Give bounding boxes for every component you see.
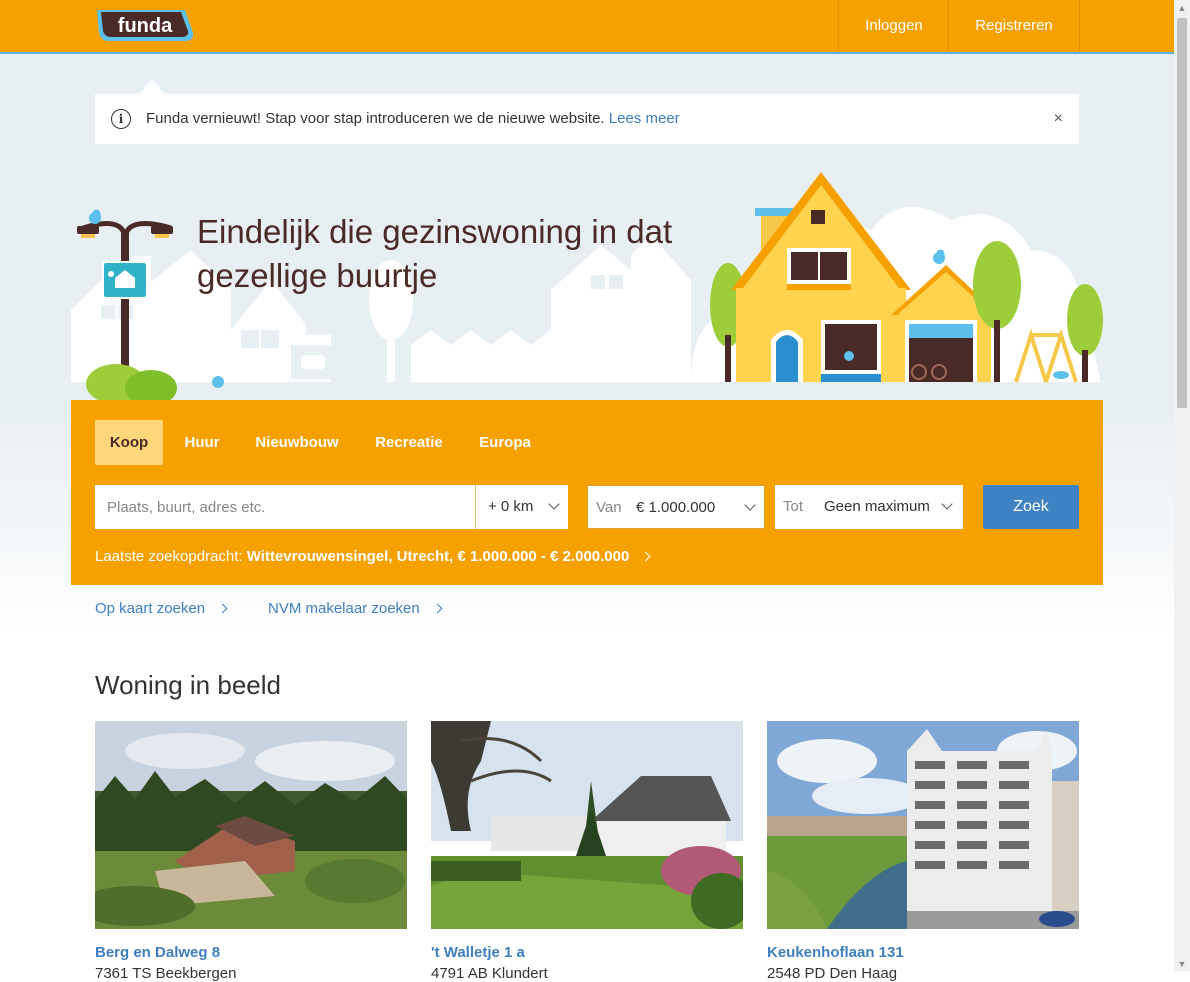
chevron-down-icon: [744, 499, 756, 511]
property-photo[interactable]: [431, 721, 751, 929]
chevron-down-icon: [548, 498, 560, 510]
price-from-value: € 1.000.000: [636, 499, 716, 516]
read-more-link[interactable]: Lees meer: [609, 110, 680, 127]
close-icon[interactable]: ×: [1054, 94, 1063, 144]
search-panel: Koop Huur Nieuwbouw Recreatie Europa + 0…: [71, 400, 1103, 585]
property-card[interactable]: 't Walletje 1 a 4791 AB Klundert: [431, 721, 751, 982]
property-city: 4791 AB Klundert: [431, 965, 548, 982]
featured-section-title: Woning in beeld: [95, 670, 281, 700]
tab-huur[interactable]: Huur: [175, 420, 229, 465]
price-from-label: Van: [596, 499, 622, 516]
top-navigation-bar: funda Inloggen Registreren: [0, 0, 1174, 54]
radius-select[interactable]: + 0 km: [475, 485, 568, 529]
last-search-link[interactable]: Laatste zoekopdracht: Wittevrouwensingel…: [95, 548, 650, 565]
hero-title: Eindelijk die gezinswoning in dat gezell…: [197, 213, 673, 294]
search-button[interactable]: Zoek: [983, 485, 1079, 529]
vertical-scrollbar[interactable]: ▲ ▼: [1174, 0, 1190, 972]
property-photo[interactable]: [75, 721, 407, 929]
chevron-right-icon: [432, 603, 443, 614]
radius-value: + 0 km: [488, 498, 534, 515]
property-address[interactable]: Keukenhoflaan 131: [767, 944, 1079, 961]
scroll-up-arrow-icon[interactable]: ▲: [1174, 0, 1190, 16]
property-city: 7361 TS Beekbergen: [95, 965, 237, 982]
price-to-label: Tot: [783, 498, 804, 515]
chevron-right-icon: [640, 551, 650, 562]
last-search-value: Wittevrouwensingel, Utrecht, € 1.000.000…: [246, 548, 630, 565]
info-icon: i: [111, 109, 131, 129]
scroll-down-arrow-icon[interactable]: ▼: [1174, 956, 1190, 972]
last-search-label: Laatste zoekopdracht:: [95, 548, 243, 565]
property-address[interactable]: 't Walletje 1 a: [431, 944, 743, 961]
chevron-right-icon: [217, 603, 228, 614]
notice-message: Funda vernieuwt! Stap voor stap introduc…: [146, 94, 680, 144]
tab-recreatie[interactable]: Recreatie: [369, 420, 449, 465]
property-address[interactable]: Berg en Dalweg 8: [95, 944, 407, 961]
announcement-banner: i Funda vernieuwt! Stap voor stap introd…: [95, 94, 1079, 144]
property-card[interactable]: Keukenhoflaan 131 2548 PD Den Haag: [767, 721, 1079, 982]
location-search-input[interactable]: [95, 485, 475, 529]
price-to-value: Geen maximum: [824, 498, 930, 515]
property-city: 2548 PD Den Haag: [767, 965, 898, 982]
price-to-select[interactable]: Tot Geen maximum: [775, 485, 963, 529]
nvm-agent-link[interactable]: NVM makelaar zoeken: [268, 600, 443, 617]
map-search-label: Op kaart zoeken: [95, 600, 206, 617]
tab-nieuwbouw[interactable]: Nieuwbouw: [247, 420, 347, 465]
scrollbar-thumb[interactable]: [1177, 18, 1187, 408]
register-button[interactable]: Registreren: [948, 0, 1080, 52]
notice-pointer: [139, 80, 165, 94]
tab-europa[interactable]: Europa: [469, 420, 541, 465]
notice-text: Funda vernieuwt! Stap voor stap introduc…: [146, 110, 605, 127]
map-search-link[interactable]: Op kaart zoeken: [95, 600, 228, 617]
logo-text: funda: [118, 15, 173, 37]
funda-logo[interactable]: funda: [95, 7, 195, 45]
property-card[interactable]: Berg en Dalweg 8 7361 TS Beekbergen: [75, 721, 407, 982]
price-from-select[interactable]: Van € 1.000.000: [587, 485, 765, 529]
chevron-down-icon: [941, 498, 953, 510]
tab-koop[interactable]: Koop: [95, 420, 163, 465]
nvm-agent-label: NVM makelaar zoeken: [268, 600, 420, 617]
login-button[interactable]: Inloggen: [838, 0, 949, 52]
property-photo[interactable]: [767, 721, 1079, 929]
